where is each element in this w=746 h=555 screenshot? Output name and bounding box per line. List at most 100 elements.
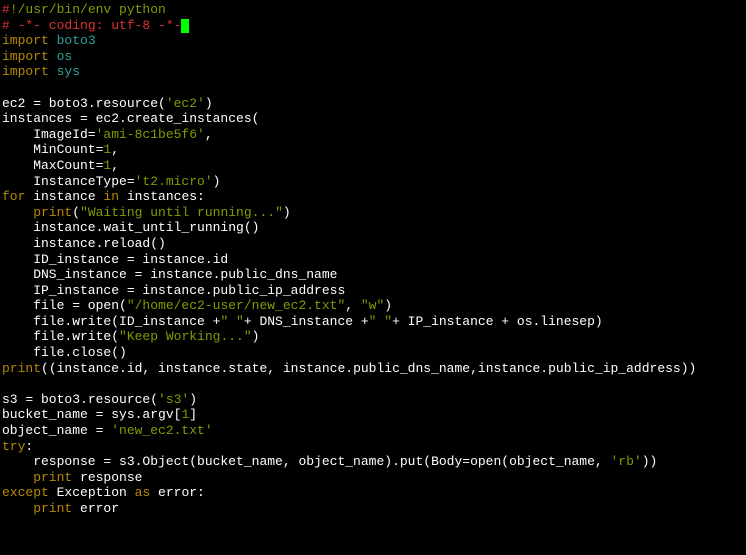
code-token: instances:: [119, 189, 205, 204]
code-token: ): [205, 96, 213, 111]
code-line: file.write("Keep Working..."): [2, 329, 744, 345]
code-token: in: [103, 189, 119, 204]
code-line: DNS_instance = instance.public_dns_name: [2, 267, 744, 283]
code-token: object_name =: [2, 423, 111, 438]
code-token: MinCount=: [33, 142, 103, 157]
code-line: IP_instance = instance.public_ip_address: [2, 283, 744, 299]
code-token: + IP_instance + os.linesep): [392, 314, 603, 329]
code-token: file.close(): [33, 345, 127, 360]
code-token: " ": [369, 314, 392, 329]
code-token: :: [25, 439, 33, 454]
code-line: ID_instance = instance.id: [2, 252, 744, 268]
code-line: file.write(ID_instance +" "+ DNS_instanc…: [2, 314, 744, 330]
code-token: ((instance.id, instance.state, instance.…: [41, 361, 696, 376]
code-token: print: [2, 361, 41, 376]
code-token: import: [2, 49, 49, 64]
code-token: error: [72, 501, 119, 516]
code-token: 'new_ec2.txt': [111, 423, 212, 438]
code-token: file.write(: [33, 329, 119, 344]
code-line: instances = ec2.create_instances(: [2, 111, 744, 127]
code-editor[interactable]: #!/usr/bin/env python# -*- coding: utf-8…: [2, 2, 744, 517]
code-token: ): [213, 174, 221, 189]
code-token: ]: [189, 407, 197, 422]
code-token: for: [2, 189, 25, 204]
code-token: ): [189, 392, 197, 407]
code-token: instance.wait_until_running(): [33, 220, 259, 235]
code-token: boto3: [49, 33, 96, 48]
code-token: MaxCount=: [33, 158, 103, 173]
code-line: print((instance.id, instance.state, inst…: [2, 361, 744, 377]
code-token: ec2 = boto3.resource(: [2, 96, 166, 111]
code-token: InstanceType=: [33, 174, 134, 189]
code-line: print("Waiting until running..."): [2, 205, 744, 221]
code-token: import: [2, 64, 49, 79]
code-token: "/home/ec2-user/new_ec2.txt": [127, 298, 345, 313]
code-token: error:: [150, 485, 205, 500]
code-token: instance.reload(): [33, 236, 166, 251]
code-token: ID_instance = instance.id: [33, 252, 228, 267]
code-line: s3 = boto3.resource('s3'): [2, 392, 744, 408]
code-token: )): [642, 454, 658, 469]
code-token: IP_instance = instance.public_ip_address: [33, 283, 345, 298]
code-token: s3 = boto3.resource(: [2, 392, 158, 407]
code-line: MinCount=1,: [2, 142, 744, 158]
code-line: bucket_name = sys.argv[1]: [2, 407, 744, 423]
code-token: Exception: [49, 485, 135, 500]
code-token: + DNS_instance +: [244, 314, 369, 329]
code-line: import os: [2, 49, 744, 65]
code-line: for instance in instances:: [2, 189, 744, 205]
code-token: response: [72, 470, 142, 485]
code-line: import boto3: [2, 33, 744, 49]
code-token: ,: [345, 298, 361, 313]
code-token: instances = ec2.create_instances(: [2, 111, 259, 126]
code-line: file.close(): [2, 345, 744, 361]
code-token: file.write(ID_instance +: [33, 314, 220, 329]
code-token: 'rb': [611, 454, 642, 469]
code-line: [2, 80, 744, 96]
code-token: #: [2, 2, 10, 17]
code-line: # -*- coding: utf-8 -*-: [2, 18, 744, 34]
code-token: 'ec2': [166, 96, 205, 111]
code-token: "Waiting until running...": [80, 205, 283, 220]
code-line: try:: [2, 439, 744, 455]
code-token: ,: [111, 142, 119, 157]
code-line: file = open("/home/ec2-user/new_ec2.txt"…: [2, 298, 744, 314]
code-line: response = s3.Object(bucket_name, object…: [2, 454, 744, 470]
code-token: bucket_name = sys.argv[: [2, 407, 181, 422]
code-token: try: [2, 439, 25, 454]
code-line: print error: [2, 501, 744, 517]
code-line: #!/usr/bin/env python: [2, 2, 744, 18]
code-token: # -*- coding: utf-8 -*-: [2, 18, 181, 33]
code-token: " ": [220, 314, 243, 329]
code-token: print: [33, 470, 72, 485]
code-token: sys: [49, 64, 80, 79]
code-token: (: [72, 205, 80, 220]
code-token: 's3': [158, 392, 189, 407]
code-token: DNS_instance = instance.public_dns_name: [33, 267, 337, 282]
code-token: file = open(: [33, 298, 127, 313]
code-token: ,: [205, 127, 213, 142]
code-token: except: [2, 485, 49, 500]
code-token: !/usr/bin/env python: [10, 2, 166, 17]
code-line: object_name = 'new_ec2.txt': [2, 423, 744, 439]
code-token: instance: [25, 189, 103, 204]
code-line: InstanceType='t2.micro'): [2, 174, 744, 190]
code-token: ): [252, 329, 260, 344]
text-cursor: [181, 19, 189, 33]
code-token: "w": [361, 298, 384, 313]
code-token: ,: [111, 158, 119, 173]
code-line: instance.reload(): [2, 236, 744, 252]
code-token: response = s3.Object(bucket_name, object…: [33, 454, 610, 469]
code-token: print: [33, 501, 72, 516]
code-line: except Exception as error:: [2, 485, 744, 501]
code-line: import sys: [2, 64, 744, 80]
code-line: instance.wait_until_running(): [2, 220, 744, 236]
code-token: as: [135, 485, 151, 500]
code-line: ec2 = boto3.resource('ec2'): [2, 96, 744, 112]
code-token: print: [33, 205, 72, 220]
code-line: [2, 376, 744, 392]
code-token: os: [49, 49, 72, 64]
code-token: ImageId=: [33, 127, 95, 142]
code-token: 'ami-8c1be5f6': [96, 127, 205, 142]
code-token: ): [384, 298, 392, 313]
